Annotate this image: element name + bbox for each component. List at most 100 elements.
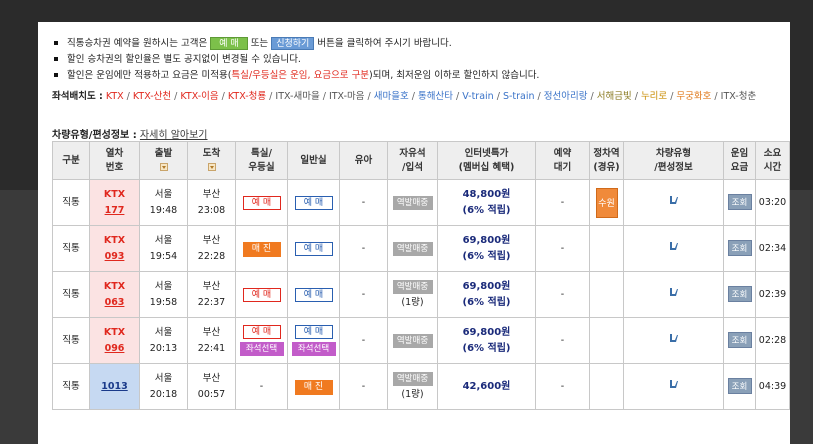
waitlist-cell: - bbox=[535, 317, 590, 364]
seat-map-link[interactable]: 서해금빛 bbox=[597, 91, 632, 102]
departure-cell: 서울 19:54 bbox=[139, 225, 188, 272]
car-count: (1량) bbox=[401, 388, 424, 400]
seat-map-link[interactable]: ITX-새마을 bbox=[275, 91, 319, 102]
seat-map-link[interactable]: ITX-마음 bbox=[329, 91, 365, 102]
route-type: 직통 bbox=[52, 363, 90, 410]
reserve-button[interactable]: 예 매 bbox=[242, 287, 281, 302]
notice-text: 할인 승차권의 할인율은 별도 공지없이 변경될 수 있습니다. bbox=[67, 54, 301, 65]
seat-map-link[interactable]: 통해산타 bbox=[418, 91, 453, 102]
seat-map-link[interactable]: ITX-청춘 bbox=[721, 91, 757, 102]
seat-map-link[interactable]: KTX-산천 bbox=[133, 91, 171, 102]
reserve-button[interactable]: 예 매 bbox=[294, 287, 333, 302]
infant-cell: - bbox=[339, 225, 388, 272]
general-cell: 매 진 bbox=[287, 363, 340, 410]
duration-cell: 04:39 bbox=[755, 363, 790, 410]
seat-map-link[interactable]: 무궁화호 bbox=[676, 91, 711, 102]
notice-highlight: 특실/우등실은 운임, 요금으로 구분 bbox=[231, 70, 370, 81]
seat-map-link[interactable]: V-train bbox=[462, 91, 493, 102]
seat-map-link[interactable]: 누리로 bbox=[641, 91, 667, 102]
train-number-cell[interactable]: KTX 063 bbox=[89, 271, 140, 318]
reserve-button[interactable]: 예 매 bbox=[242, 195, 281, 210]
notice-text: 할인은 운임에만 적용하고 요금은 미적용( bbox=[67, 70, 232, 81]
separator: / bbox=[711, 91, 721, 102]
departure-cell: 서울 20:13 bbox=[139, 317, 188, 364]
train-info-link[interactable]: 자세히 알아보기 bbox=[140, 130, 208, 141]
sort-icon[interactable] bbox=[159, 163, 168, 171]
train-number-link[interactable]: 1013 bbox=[90, 379, 139, 395]
train-number-link[interactable]: 093 bbox=[90, 249, 139, 265]
train-car-icon[interactable] bbox=[668, 332, 680, 344]
reserve-button[interactable]: 예 매 bbox=[210, 37, 248, 50]
route-type: 직통 bbox=[52, 225, 90, 272]
seat-map-link-list: KTX / KTX-산천 / KTX-이음 / KTX-청룡 / ITX-새마을… bbox=[106, 91, 756, 102]
apply-button[interactable]: 신청하기 bbox=[271, 37, 315, 50]
price-value: 69,800원 bbox=[462, 326, 511, 338]
train-number-link[interactable]: 063 bbox=[90, 295, 139, 311]
seat-map-link[interactable]: 새마을호 bbox=[374, 91, 409, 102]
sold-out-button[interactable]: 매 진 bbox=[294, 379, 333, 395]
fare-lookup-button[interactable]: 조회 bbox=[727, 194, 752, 210]
price-cell: 42,600원 bbox=[437, 363, 536, 410]
seat-map-link[interactable]: KTX-이음 bbox=[180, 91, 218, 102]
train-car-icon[interactable] bbox=[668, 378, 680, 390]
free-seat-cell: 역발매중 (1량) bbox=[387, 363, 438, 410]
discount-value: (6% 적립) bbox=[462, 296, 511, 308]
col-car-type: 차량유형/편성정보 bbox=[623, 141, 724, 180]
stops-cell bbox=[589, 271, 624, 318]
search-results-panel: 직통승차권 예약을 원하시는 고객은 예 매 또는 신청하기 버튼을 클릭하여 … bbox=[38, 22, 790, 444]
reserve-button[interactable]: 예 매 bbox=[242, 325, 281, 339]
train-number-link[interactable]: 096 bbox=[90, 341, 139, 357]
fare-lookup-button[interactable]: 조회 bbox=[727, 332, 752, 348]
separator: / bbox=[452, 91, 463, 102]
train-car-icon[interactable] bbox=[668, 240, 680, 252]
route-type: 직통 bbox=[52, 271, 90, 318]
col-stops: 정차역 (경유) bbox=[589, 141, 624, 180]
train-number-cell[interactable]: KTX 177 bbox=[89, 179, 140, 226]
arrival-cell: 부산 00:57 bbox=[187, 363, 236, 410]
seat-map-link[interactable]: 정선아리랑 bbox=[544, 91, 588, 102]
general-cell: 예 매 bbox=[287, 271, 340, 318]
stops-cell: 수원 bbox=[589, 179, 624, 226]
empty-value: - bbox=[259, 380, 264, 392]
train-number-link[interactable]: 177 bbox=[90, 203, 139, 219]
table-row: 직통 1013 서울 20:18 부산 00:57 - 매 진 - 역발매중 (1량)… bbox=[52, 363, 790, 410]
train-name: KTX bbox=[103, 188, 126, 200]
seat-map-links: 좌석배치도 : KTX / KTX-산천 / KTX-이음 / KTX-청룡 /… bbox=[52, 89, 777, 105]
train-car-icon[interactable] bbox=[668, 194, 680, 206]
transfer-station-button[interactable]: 수원 bbox=[595, 187, 618, 218]
bullet-icon bbox=[54, 72, 58, 77]
first-class-cell: - bbox=[235, 363, 288, 410]
seat-select-button[interactable]: 좌석선택 bbox=[291, 342, 336, 356]
train-car-icon[interactable] bbox=[668, 286, 680, 298]
col-departure[interactable]: 출발 bbox=[139, 141, 188, 180]
seat-select-button[interactable]: 좌석선택 bbox=[239, 342, 284, 356]
separator: / bbox=[408, 91, 418, 102]
first-class-cell: 예 매 bbox=[235, 271, 288, 318]
col-free-seat: 자유석/입석 bbox=[387, 141, 438, 180]
price-cell: 69,800원 (6% 적립) bbox=[437, 225, 536, 272]
sort-icon[interactable] bbox=[207, 163, 216, 171]
train-number-cell[interactable]: KTX 093 bbox=[89, 225, 140, 272]
col-fare: 운임 요금 bbox=[723, 141, 756, 180]
station-sale-badge: 역발매중 bbox=[392, 279, 433, 294]
waitlist-cell: - bbox=[535, 179, 590, 226]
train-number-cell[interactable]: KTX 096 bbox=[89, 317, 140, 364]
seat-map-link[interactable]: KTX bbox=[106, 91, 124, 102]
col-arrival[interactable]: 도착 bbox=[187, 141, 236, 180]
separator: / bbox=[493, 91, 503, 102]
fare-lookup-button[interactable]: 조회 bbox=[727, 286, 752, 302]
seat-map-link[interactable]: KTX-청룡 bbox=[228, 91, 266, 102]
reserve-button[interactable]: 예 매 bbox=[294, 241, 333, 256]
train-number-cell[interactable]: 1013 bbox=[89, 363, 140, 410]
seat-map-link[interactable]: S-train bbox=[503, 91, 535, 102]
car-type-cell bbox=[623, 363, 724, 410]
reserve-button[interactable]: 예 매 bbox=[294, 195, 333, 210]
car-type-cell bbox=[623, 179, 724, 226]
fare-lookup-button[interactable]: 조회 bbox=[727, 378, 752, 394]
arrival-cell: 부산 23:08 bbox=[187, 179, 236, 226]
fare-lookup-button[interactable]: 조회 bbox=[727, 240, 752, 256]
sold-out-button[interactable]: 매 진 bbox=[242, 241, 281, 257]
separator: / bbox=[319, 91, 329, 102]
car-type-cell bbox=[623, 271, 724, 318]
reserve-button[interactable]: 예 매 bbox=[294, 325, 333, 339]
